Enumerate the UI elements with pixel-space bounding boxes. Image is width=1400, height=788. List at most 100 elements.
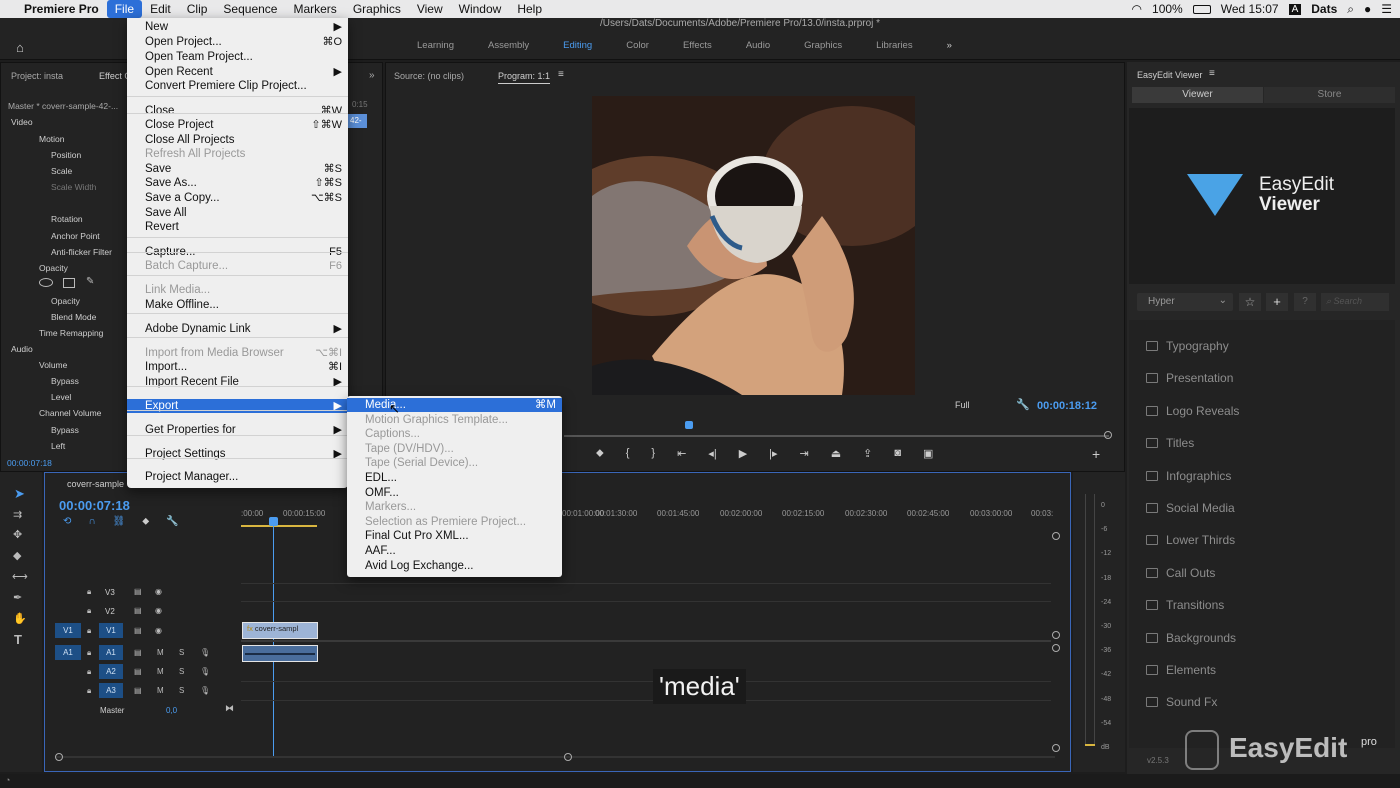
solo-icon[interactable]: S [179, 686, 184, 695]
mute-icon[interactable]: M [157, 686, 164, 695]
tab-learning[interactable]: Learning [400, 36, 471, 56]
quality-dropdown[interactable]: Full [955, 400, 1003, 410]
razor-tool-icon[interactable]: ◆ [13, 549, 21, 562]
effect-controls-timecode[interactable]: 00:00:07:18 [7, 458, 52, 468]
category-call-outs[interactable]: Call Outs [1146, 565, 1215, 581]
linked-selection-icon[interactable]: ⛓ [113, 516, 126, 527]
sync-icon[interactable]: ▤ [134, 626, 142, 635]
file-menu-item[interactable]: Save ⌘S [127, 162, 348, 176]
tab-viewer[interactable]: Viewer [1132, 87, 1263, 103]
work-area-bar[interactable] [241, 525, 317, 527]
eye-icon[interactable]: ◉ [155, 587, 162, 596]
file-menu-item[interactable]: Open Recent ▶ [127, 65, 348, 79]
file-menu-item[interactable]: Project Manager... [127, 470, 348, 484]
file-menu-item[interactable]: Save As... ⇧⌘S [127, 176, 348, 190]
fx-motion[interactable]: Motion [39, 134, 65, 144]
eye-icon[interactable]: ◉ [155, 626, 162, 635]
siri-icon[interactable]: ● [1364, 2, 1371, 16]
fx-bypass-2[interactable]: Bypass [51, 425, 79, 435]
clock[interactable]: Wed 15:07 [1221, 2, 1279, 16]
battery-label[interactable]: 100% [1152, 2, 1183, 16]
tab-color[interactable]: Color [609, 36, 666, 56]
tab-project[interactable]: Project: insta [11, 71, 63, 81]
add-marker-icon[interactable]: ⬥ [596, 447, 604, 463]
fx-position[interactable]: Position [51, 150, 81, 160]
file-menu-item[interactable]: Close ⌘W [127, 104, 348, 118]
sync-icon[interactable]: ▤ [134, 648, 142, 657]
hand-tool-icon[interactable]: ✋ [13, 612, 27, 625]
playhead-bar[interactable] [564, 435, 1109, 437]
solo-icon[interactable]: S [179, 648, 184, 657]
ripple-edit-tool-icon[interactable]: ✥ [13, 528, 22, 541]
tab-audio[interactable]: Audio [729, 36, 787, 56]
lock-icon[interactable]: 🔒︎ [87, 648, 91, 658]
master-value[interactable]: 0,0 [166, 706, 177, 715]
master-icon[interactable]: ⧓ [225, 703, 234, 714]
file-menu-item[interactable]: Adobe Dynamic Link ▶ [127, 322, 348, 336]
track-select-tool-icon[interactable]: ⇉ [13, 508, 22, 521]
lock-icon[interactable]: 🔒︎ [87, 587, 91, 597]
category-titles[interactable]: Titles [1146, 435, 1194, 451]
selection-tool-icon[interactable]: ➤ [14, 486, 25, 502]
spotlight-icon[interactable]: ⌕ [1347, 2, 1354, 17]
playback-scroll-end[interactable] [1104, 431, 1112, 439]
file-menu-item[interactable]: Save a Copy... ⌥⌘S [127, 191, 348, 205]
menu-clip[interactable]: Clip [179, 0, 216, 18]
lock-icon[interactable]: 🔒︎ [87, 626, 91, 636]
export-menu-item[interactable]: Final Cut Pro XML... [347, 529, 562, 543]
nest-icon[interactable]: ⟲ [63, 516, 71, 527]
fx-opacity-value[interactable]: Opacity [51, 296, 80, 306]
status-icon[interactable]: ◔ [5, 775, 10, 785]
scroll-handle[interactable] [1052, 532, 1060, 540]
keyboard-icon[interactable]: A [1288, 3, 1302, 15]
pen-tool-icon[interactable]: ✒ [13, 591, 22, 604]
fx-opacity[interactable]: Opacity [39, 263, 68, 273]
file-menu-item[interactable]: Convert Premiere Clip Project... [127, 79, 348, 93]
menu-window[interactable]: Window [451, 0, 510, 18]
file-menu-item[interactable]: New ▶ [127, 20, 348, 34]
step-back-icon[interactable]: ◂| [708, 447, 716, 463]
fx-channel-volume[interactable]: Channel Volume [39, 408, 101, 418]
menu-graphics[interactable]: Graphics [345, 0, 409, 18]
solo-icon[interactable]: S [179, 667, 184, 676]
file-menu-item[interactable]: Revert [127, 220, 348, 234]
export-menu-item[interactable]: OMF... [347, 486, 562, 500]
snap-icon[interactable]: ∩ [88, 516, 95, 527]
sync-icon[interactable]: ▤ [134, 587, 142, 596]
wifi-icon[interactable]: ◠ [1132, 2, 1142, 16]
source-patch-v1[interactable]: V1 [55, 623, 81, 638]
mini-clip[interactable]: 42- [348, 114, 367, 128]
eye-icon[interactable]: ◉ [155, 606, 162, 615]
scroll-handle[interactable] [564, 753, 572, 761]
rect-mask-icon[interactable] [63, 278, 75, 288]
mic-icon[interactable]: 🎙︎ [200, 686, 210, 695]
wrench-icon[interactable]: 🔧 [1016, 398, 1030, 411]
mark-out-icon[interactable]: } [651, 447, 655, 463]
lock-icon[interactable]: 🔒︎ [87, 667, 91, 677]
fx-anti-flicker[interactable]: Anti-flicker Filter [51, 247, 112, 257]
tab-libraries[interactable]: Libraries [859, 36, 929, 56]
search-input[interactable]: ⌕ Search [1321, 293, 1389, 311]
lock-icon[interactable]: 🔒︎ [87, 606, 91, 616]
file-menu-item[interactable]: Save All [127, 206, 348, 220]
sync-icon[interactable]: ▤ [134, 606, 142, 615]
category-social-media[interactable]: Social Media [1146, 500, 1235, 516]
step-forward-icon[interactable]: |▸ [769, 447, 777, 463]
go-to-out-icon[interactable]: ⇥ [800, 447, 809, 463]
sync-icon[interactable]: ▤ [134, 686, 142, 695]
file-menu-item[interactable]: Open Project... ⌘O [127, 35, 348, 49]
play-icon[interactable]: ▶ [739, 447, 747, 463]
fx-volume[interactable]: Volume [39, 360, 67, 370]
category-elements[interactable]: Elements [1146, 662, 1216, 678]
file-menu-item[interactable]: Open Team Project... [127, 50, 348, 64]
apple-icon[interactable] [0, 0, 16, 18]
playhead-head[interactable] [269, 517, 278, 526]
program-video-frame[interactable] [592, 96, 915, 395]
timeline-scroll-h[interactable] [55, 756, 1055, 758]
extract-icon[interactable]: ⇪ [863, 447, 872, 463]
tab-store[interactable]: Store [1264, 87, 1395, 103]
timeline-settings-icon[interactable]: 🔧 [166, 516, 178, 527]
file-menu-item[interactable]: Make Offline... [127, 298, 348, 312]
more-workspaces-icon[interactable]: » [930, 36, 969, 56]
category-infographics[interactable]: Infographics [1146, 468, 1231, 484]
